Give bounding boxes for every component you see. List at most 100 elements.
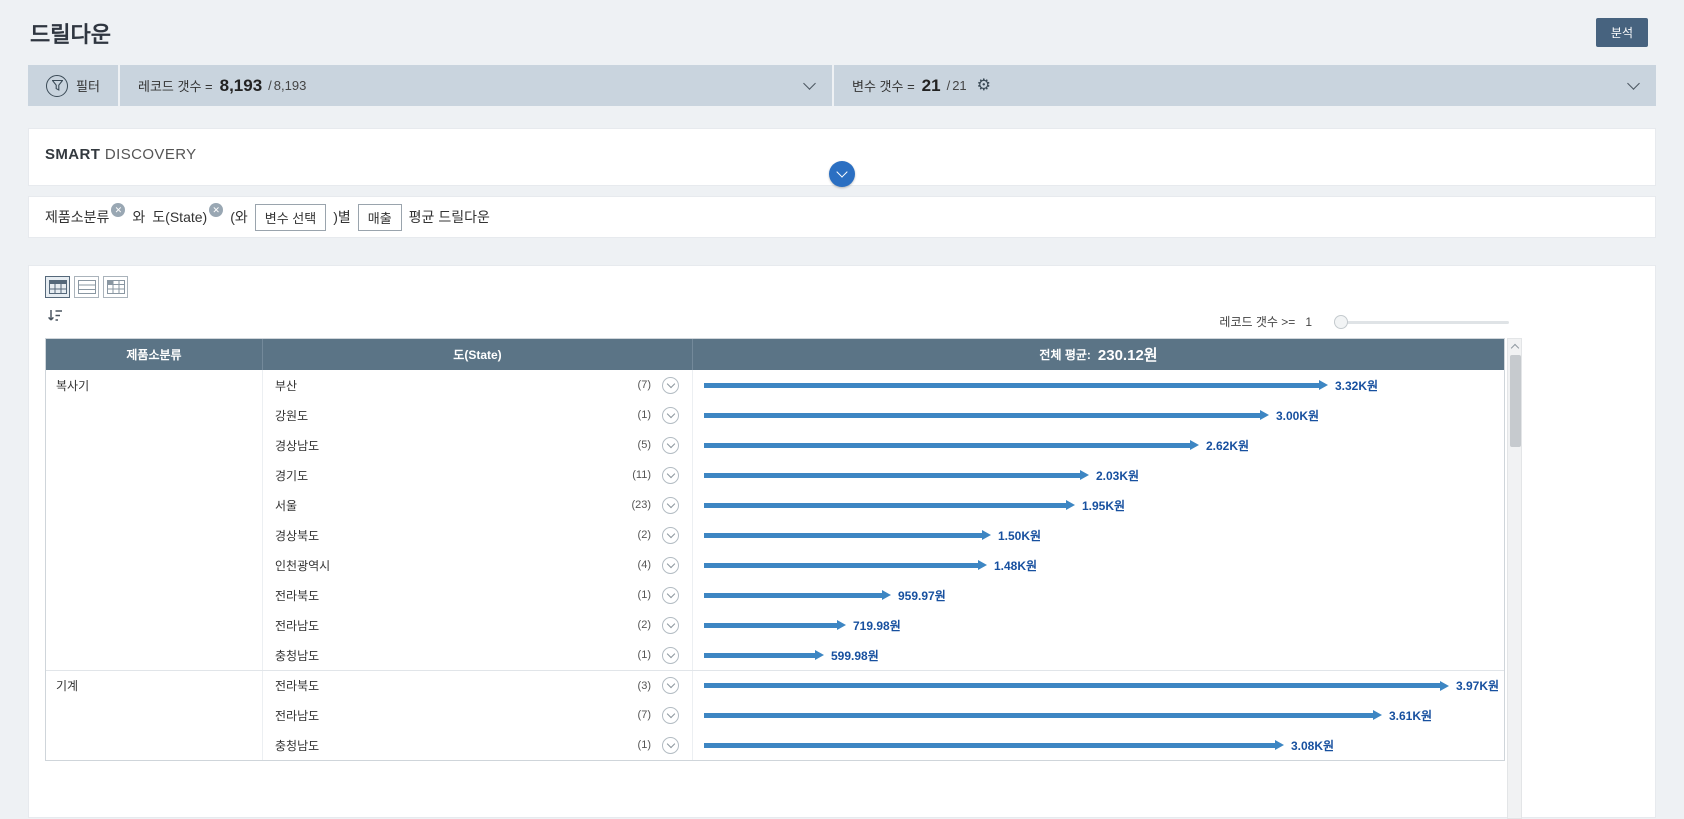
state-label: 전라북도 bbox=[275, 587, 319, 604]
record-count-dropdown[interactable]: 레코드 갯수 = 8,193 / 8,193 bbox=[120, 65, 832, 106]
row-expand-chevron-icon[interactable] bbox=[662, 647, 679, 664]
state-cell: 경기도 (11) bbox=[263, 460, 693, 490]
remove-field-icon[interactable]: ✕ bbox=[209, 203, 223, 217]
table-row: 전라남도 (7) 3.61K원 bbox=[46, 700, 1504, 730]
sort-icon[interactable] bbox=[47, 308, 63, 327]
table-header-row: 제품소분류 도(State) 전체 평균: 230.12원 bbox=[46, 339, 1504, 370]
value-bar bbox=[704, 533, 982, 538]
table-row: 경상남도 (5) 2.62K원 bbox=[46, 430, 1504, 460]
state-label: 충청남도 bbox=[275, 737, 319, 754]
variable-count-dropdown[interactable]: 변수 갯수 = 21 / 21 ⚙ bbox=[834, 65, 1656, 106]
table-row: 경상북도 (2) 1.50K원 bbox=[46, 520, 1504, 550]
gear-icon[interactable]: ⚙ bbox=[977, 78, 991, 94]
record-count-label: 레코드 갯수 = bbox=[138, 76, 213, 95]
result-panel: 레코드 갯수 >= 1 제품소분류 도(State) 전체 평균: 230.12… bbox=[28, 265, 1656, 818]
variable-count-separator: / bbox=[947, 78, 951, 93]
record-count-separator: / bbox=[268, 78, 272, 93]
record-count-badge: (11) bbox=[632, 469, 651, 481]
collapse-panel-button[interactable] bbox=[829, 161, 855, 187]
state-cell: 부산 (7) bbox=[263, 370, 693, 400]
row-expand-chevron-icon[interactable] bbox=[662, 377, 679, 394]
bar-cell: 599.98원 bbox=[693, 640, 1504, 670]
vertical-scrollbar[interactable] bbox=[1507, 338, 1522, 819]
state-label: 경상북도 bbox=[275, 527, 319, 544]
record-count-badge: (7) bbox=[638, 709, 651, 721]
category-cell bbox=[46, 490, 263, 520]
row-expand-chevron-icon[interactable] bbox=[662, 557, 679, 574]
variable-select-button[interactable]: 변수 선택 bbox=[255, 204, 326, 231]
remove-field-icon[interactable]: ✕ bbox=[111, 203, 125, 217]
field-chip-state: 도(State) ✕ bbox=[152, 207, 223, 227]
category-cell bbox=[46, 700, 263, 730]
row-expand-chevron-icon[interactable] bbox=[662, 407, 679, 424]
category-cell bbox=[46, 460, 263, 490]
state-cell: 인천광역시 (4) bbox=[263, 550, 693, 580]
record-threshold-slider[interactable] bbox=[1334, 315, 1509, 329]
slider-handle[interactable] bbox=[1334, 315, 1348, 329]
table-row: 충청남도 (1) 3.08K원 bbox=[46, 730, 1504, 760]
state-cell: 전라북도 (3) bbox=[263, 671, 693, 700]
table-row: 복사기 부산 (7) 3.32K원 bbox=[46, 370, 1504, 400]
value-bar bbox=[704, 443, 1190, 448]
bar-cell: 959.97원 bbox=[693, 580, 1504, 610]
value-bar bbox=[704, 743, 1275, 748]
value-label: 1.48K원 bbox=[994, 557, 1037, 574]
value-bar bbox=[704, 593, 882, 598]
row-expand-chevron-icon[interactable] bbox=[662, 707, 679, 724]
category-cell: 복사기 bbox=[46, 370, 263, 400]
row-expand-chevron-icon[interactable] bbox=[662, 617, 679, 634]
row-expand-chevron-icon[interactable] bbox=[662, 527, 679, 544]
value-label: 1.95K원 bbox=[1082, 497, 1125, 514]
category-cell bbox=[46, 550, 263, 580]
record-threshold-label: 레코드 갯수 >= bbox=[1219, 313, 1295, 330]
record-count-badge: (1) bbox=[638, 649, 651, 661]
row-expand-chevron-icon[interactable] bbox=[662, 737, 679, 754]
smart-discovery-panel: SMART DISCOVERY bbox=[28, 128, 1656, 186]
scroll-up-button[interactable] bbox=[1508, 339, 1521, 354]
analyze-button[interactable]: 분석 bbox=[1596, 18, 1648, 47]
row-expand-chevron-icon[interactable] bbox=[662, 437, 679, 454]
table-row: 서울 (23) 1.95K원 bbox=[46, 490, 1504, 520]
bar-cell: 3.61K원 bbox=[693, 700, 1504, 730]
bar-cell: 1.95K원 bbox=[693, 490, 1504, 520]
filter-label: 필터 bbox=[76, 76, 100, 95]
variable-count-total: 21 bbox=[952, 78, 966, 93]
state-label: 전라남도 bbox=[275, 617, 319, 634]
value-bar bbox=[704, 623, 837, 628]
state-cell: 충청남도 (1) bbox=[263, 730, 693, 760]
value-label: 3.00K원 bbox=[1276, 407, 1319, 424]
view-rows-button[interactable] bbox=[74, 276, 99, 298]
row-expand-chevron-icon[interactable] bbox=[662, 677, 679, 694]
row-expand-chevron-icon[interactable] bbox=[662, 467, 679, 484]
value-bar bbox=[704, 653, 815, 658]
measure-button[interactable]: 매출 bbox=[358, 204, 402, 231]
row-expand-chevron-icon[interactable] bbox=[662, 497, 679, 514]
scrollbar-thumb[interactable] bbox=[1510, 355, 1521, 447]
smart-discovery-title: SMART DISCOVERY bbox=[45, 146, 197, 163]
sentence-conjunction: 와 bbox=[132, 207, 145, 227]
bar-cell: 3.32K원 bbox=[693, 370, 1504, 400]
value-label: 2.03K원 bbox=[1096, 467, 1139, 484]
record-count-badge: (4) bbox=[638, 559, 651, 571]
variable-count-current: 21 bbox=[922, 76, 941, 96]
row-expand-chevron-icon[interactable] bbox=[662, 587, 679, 604]
chevron-down-icon[interactable] bbox=[1627, 77, 1640, 90]
view-toggle-group bbox=[45, 276, 128, 298]
state-label: 전라남도 bbox=[275, 707, 319, 724]
value-bar bbox=[704, 383, 1319, 388]
category-cell bbox=[46, 610, 263, 640]
view-pivot-button[interactable] bbox=[103, 276, 128, 298]
filter-toggle[interactable]: 필터 bbox=[28, 65, 118, 106]
slider-track[interactable] bbox=[1334, 321, 1509, 324]
value-bar bbox=[704, 413, 1260, 418]
bar-cell: 3.00K원 bbox=[693, 400, 1504, 430]
bar-cell: 3.08K원 bbox=[693, 730, 1504, 760]
category-cell bbox=[46, 400, 263, 430]
value-bar bbox=[704, 563, 978, 568]
sentence-close-paren: )별 bbox=[333, 207, 351, 227]
value-label: 959.97원 bbox=[898, 587, 946, 604]
view-table-button[interactable] bbox=[45, 276, 70, 298]
chevron-down-icon[interactable] bbox=[803, 77, 816, 90]
bar-cell: 1.48K원 bbox=[693, 550, 1504, 580]
table-row: 인천광역시 (4) 1.48K원 bbox=[46, 550, 1504, 580]
